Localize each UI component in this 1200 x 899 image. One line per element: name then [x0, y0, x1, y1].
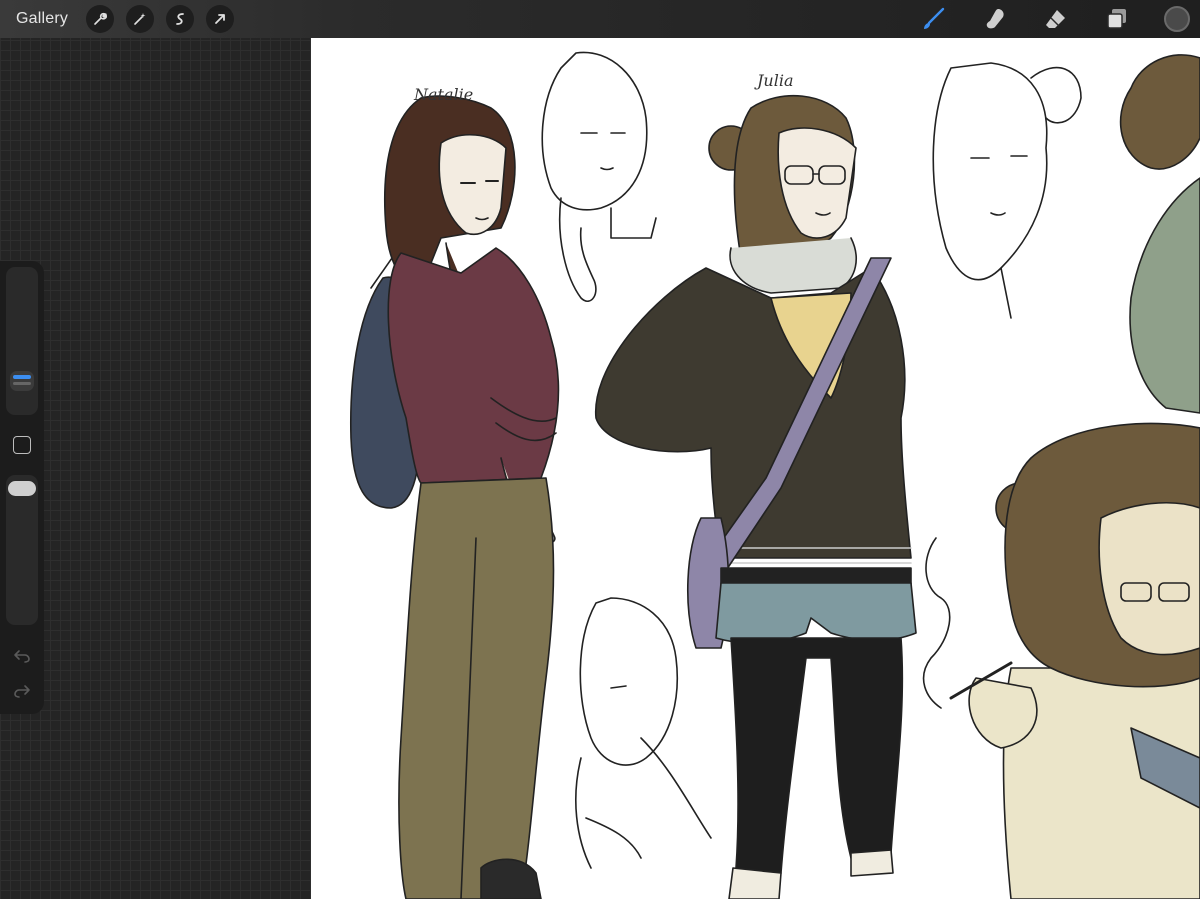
sketch-head-braid: [541, 51, 657, 302]
brush-size-thumb[interactable]: [10, 371, 34, 391]
smudge-tool-button[interactable]: [981, 5, 1009, 33]
label-natalie: Natalie: [413, 85, 473, 104]
top-toolbar: Gallery: [0, 0, 1200, 38]
magic-wand-icon: [134, 13, 146, 25]
actions-tool-group: [86, 5, 235, 33]
selection-icon: [176, 13, 184, 25]
smudge-icon: [986, 9, 1004, 29]
transform-arrow-icon: [215, 14, 225, 24]
sketch-head-top-right: [932, 62, 1082, 319]
label-julia: Julia: [754, 71, 794, 90]
drawing-canvas[interactable]: Natalie Julia: [311, 38, 1200, 899]
brush-opacity-slider[interactable]: [6, 475, 38, 625]
actions-button[interactable]: [86, 5, 115, 33]
undo-button[interactable]: [12, 647, 32, 665]
painting-tool-group: [920, 0, 1200, 38]
modify-button[interactable]: [13, 436, 31, 454]
layers-button[interactable]: [1103, 5, 1131, 33]
brush-tool-button[interactable]: [920, 5, 948, 33]
wrench-icon: [94, 12, 108, 25]
figure-smoking: [949, 422, 1200, 899]
brush-icon: [924, 7, 945, 29]
adjustments-button[interactable]: [126, 5, 155, 33]
selection-button[interactable]: [166, 5, 195, 33]
brush-opacity-thumb[interactable]: [8, 481, 36, 496]
figure-natalie: [349, 95, 560, 899]
color-picker-button[interactable]: [1164, 6, 1190, 32]
redo-icon: [14, 685, 30, 698]
artwork: Natalie Julia: [349, 51, 1200, 899]
sketch-head-profile: [575, 597, 712, 869]
procreate-app: Natalie Julia Gallery: [0, 0, 1200, 899]
brush-size-slider[interactable]: [6, 267, 38, 415]
size-thumb-line: [13, 382, 31, 385]
eraser-tool-button[interactable]: [1042, 5, 1070, 33]
layers-icon: [1107, 9, 1126, 29]
eraser-icon: [1046, 10, 1065, 28]
gallery-button[interactable]: Gallery: [16, 10, 68, 28]
figure-green-shirt: [1119, 54, 1200, 414]
transform-button[interactable]: [206, 5, 235, 33]
redo-button[interactable]: [12, 682, 32, 700]
size-thumb-indicator: [13, 375, 31, 379]
smoke-sketch: [922, 537, 951, 709]
left-sidebar: [0, 261, 44, 714]
undo-icon: [14, 650, 30, 663]
figure-julia: [595, 94, 917, 899]
